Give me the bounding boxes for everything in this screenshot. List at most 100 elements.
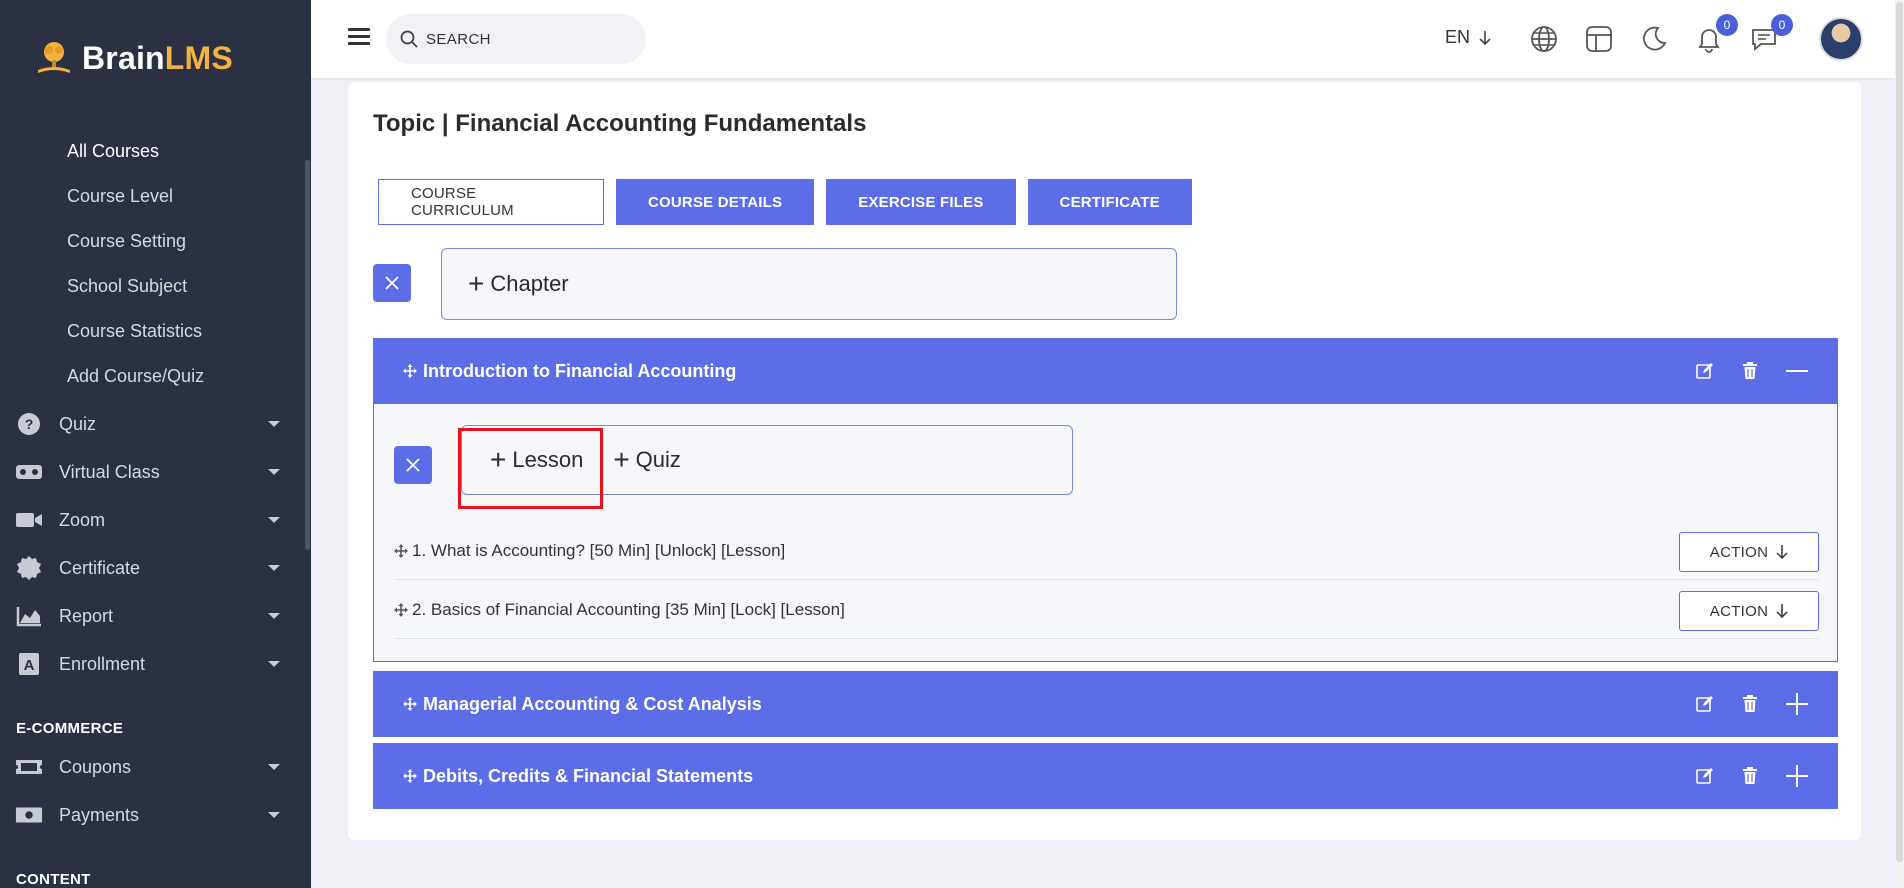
lesson-row: 1. What is Accounting? [50 Min] [Unlock]… [394,522,1819,580]
chapter-actions [1696,671,1808,737]
brand-logo[interactable]: BrainLMS [34,38,233,78]
tab-exercise-files[interactable]: EXERCISE FILES [826,179,1016,225]
sidebar: BrainLMS All Courses Course Level Course… [0,0,311,888]
notifications-badge: 0 [1716,14,1738,36]
lesson-action-button[interactable]: ACTION [1679,532,1819,572]
sidebar-item-virtual-class[interactable]: Virtual Class [0,448,300,496]
add-quiz-label: Quiz [635,447,681,472]
chapter-title: Introduction to Financial Accounting [423,360,737,381]
tab-course-details[interactable]: COURSE DETAILS [616,179,815,225]
chapter-item: Managerial Accounting & Cost Analysis [373,671,1838,737]
money-bill-icon [15,801,43,829]
tab-certificate[interactable]: CERTIFICATE [1027,179,1192,225]
search-input[interactable] [426,30,626,48]
courses-submenu: All Courses Course Level Course Setting … [67,136,204,406]
page-scrollbar[interactable] [1895,0,1904,888]
language-selector[interactable]: EN [1445,27,1492,48]
plus-icon: + [468,268,485,299]
tab-course-curriculum[interactable]: COURSE CURRICULUM [378,179,604,225]
sidebar-item-label: Enrollment [59,653,146,674]
layout-icon[interactable] [1584,24,1614,54]
brand-name-yellow: LMS [164,39,233,76]
vr-headset-icon [15,458,43,486]
notifications-button[interactable]: 0 [1694,14,1738,54]
collapse-icon[interactable] [1786,369,1808,373]
user-avatar[interactable] [1819,17,1863,61]
sidebar-item-label: Zoom [59,509,106,530]
sidebar-item-payments[interactable]: Payments [0,791,300,839]
hamburger-menu-icon[interactable] [348,28,370,46]
submenu-course-statistics[interactable]: Course Statistics [67,316,204,361]
move-icon[interactable] [403,364,417,378]
caret-down-icon [268,812,280,818]
trash-icon[interactable] [1742,362,1758,380]
caret-down-icon [268,613,280,619]
chapter-header[interactable]: Managerial Accounting & Cost Analysis [373,671,1838,737]
close-icon [385,276,399,290]
move-icon[interactable] [394,602,408,617]
sidebar-item-report[interactable]: Report [0,592,300,640]
sidebar-item-label: Payments [59,804,140,825]
brain-logo-icon [38,42,70,73]
edit-icon[interactable] [1696,767,1714,785]
globe-icon[interactable] [1529,24,1559,54]
chapter-actions [1696,743,1808,809]
sidebar-item-quiz[interactable]: ? Quiz [0,400,300,448]
course-tabs: COURSE CURRICULUM COURSE DETAILS EXERCIS… [378,179,1192,225]
lesson-row: 2. Basics of Financial Accounting [35 Mi… [394,581,1819,639]
search-box[interactable] [386,14,646,64]
chapter-header[interactable]: Debits, Credits & Financial Statements [373,743,1838,809]
sidebar-item-label: Virtual Class [59,461,160,482]
submenu-course-level[interactable]: Course Level [67,181,204,226]
question-circle-icon: ? [15,410,43,438]
page-title: Topic | Financial Accounting Fundamental… [373,110,867,137]
arrow-down-icon [1776,545,1788,559]
submenu-school-subject[interactable]: School Subject [67,271,204,316]
ticket-icon [15,753,43,781]
move-icon[interactable] [403,697,417,711]
lesson-action-button[interactable]: ACTION [1679,591,1819,631]
caret-down-icon [268,469,280,475]
submenu-all-courses[interactable]: All Courses [67,136,204,181]
close-chapter-add-button[interactable] [373,264,411,302]
section-label-content: CONTENT [16,871,91,888]
messages-badge: 0 [1771,14,1793,36]
messages-button[interactable]: 0 [1749,14,1793,54]
sidebar-item-zoom[interactable]: Zoom [0,496,300,544]
ecommerce-menu: Coupons Payments [0,743,300,839]
add-chapter-button[interactable]: + Chapter [468,270,569,298]
chapter-header[interactable]: Introduction to Financial Accounting [373,338,1838,404]
expand-plus-icon[interactable] [1786,765,1808,787]
trash-icon[interactable] [1742,695,1758,713]
svg-text:?: ? [25,416,34,432]
chapter-title: Managerial Accounting & Cost Analysis [423,693,762,714]
edit-icon[interactable] [1696,362,1714,380]
area-chart-icon [15,602,43,630]
add-chapter-label: Chapter [490,271,569,296]
lesson-title[interactable]: 1. What is Accounting? [50 Min] [Unlock]… [412,541,785,561]
caret-down-icon [268,565,280,571]
sidebar-item-enrollment[interactable]: A Enrollment [0,640,300,688]
add-quiz-button[interactable]: + Quiz [613,446,681,474]
action-label: ACTION [1709,543,1769,561]
expand-plus-icon[interactable] [1786,693,1808,715]
edit-icon[interactable] [1696,695,1714,713]
submenu-course-setting[interactable]: Course Setting [67,226,204,271]
trash-icon[interactable] [1742,767,1758,785]
close-lesson-add-button[interactable] [394,446,432,484]
move-icon[interactable] [394,543,408,558]
video-camera-icon [15,506,43,534]
caret-down-icon [268,517,280,523]
chapter-item: Debits, Credits & Financial Statements [373,743,1838,809]
topbar: EN 0 0 [311,0,1904,78]
sidebar-item-label: Quiz [59,413,97,434]
move-icon[interactable] [403,769,417,783]
lesson-title[interactable]: 2. Basics of Financial Accounting [35 Mi… [412,600,845,620]
moon-icon[interactable] [1639,24,1669,54]
sidebar-item-certificate[interactable]: Certificate [0,544,300,592]
scrollbar-thumb[interactable] [1896,2,1903,862]
sidebar-scrollbar[interactable] [305,160,310,550]
arrow-down-icon [1776,604,1788,618]
caret-down-icon [268,661,280,667]
sidebar-item-coupons[interactable]: Coupons [0,743,300,791]
